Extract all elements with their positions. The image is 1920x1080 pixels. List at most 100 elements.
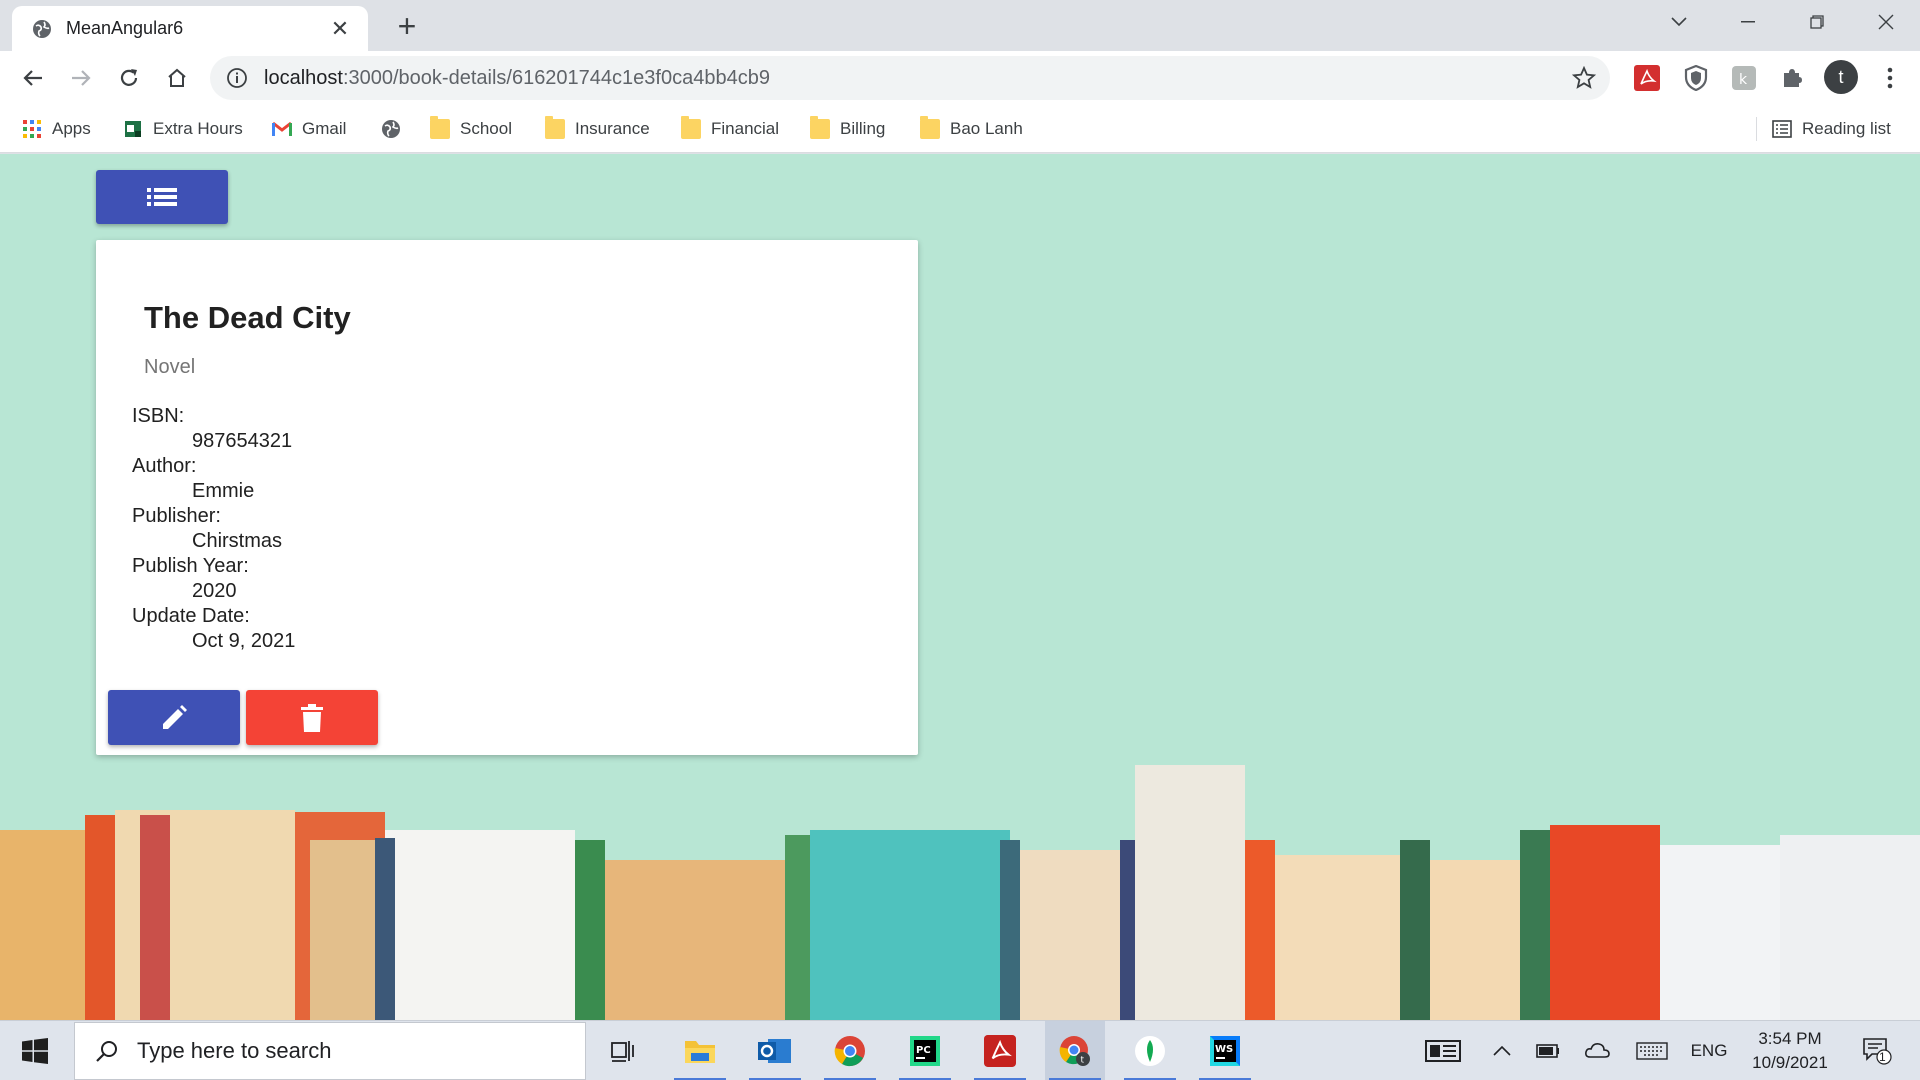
extensions-puzzle-icon[interactable]	[1778, 64, 1806, 92]
book-genre: Novel	[144, 356, 196, 378]
tab-strip: MeanAngular6 ✕ +	[0, 0, 1920, 51]
url-text[interactable]: localhost:3000/book-details/616201744c1e…	[264, 67, 770, 90]
start-button[interactable]	[0, 1021, 70, 1080]
battery-icon[interactable]	[1528, 1021, 1568, 1080]
publish-year-value: 2020	[192, 580, 237, 602]
browser-tab[interactable]: MeanAngular6 ✕	[12, 6, 368, 51]
new-tab-button[interactable]: +	[390, 10, 424, 44]
reading-list-button[interactable]: Reading list	[1772, 113, 1891, 145]
bookmark-label: Extra Hours	[153, 119, 243, 138]
sheets-icon	[125, 121, 141, 137]
book-title: The Dead City	[144, 300, 351, 335]
publisher-label: Publisher:	[132, 505, 221, 527]
publish-year-label: Publish Year:	[132, 555, 249, 577]
reload-button[interactable]	[110, 59, 148, 97]
pycharm-icon: PC	[910, 1036, 940, 1066]
outlook-icon	[758, 1039, 791, 1063]
bookmark-folder-school[interactable]: School	[430, 113, 512, 145]
close-tab-icon[interactable]: ✕	[326, 16, 354, 42]
close-window-button[interactable]	[1851, 0, 1920, 44]
system-clock[interactable]: 3:54 PM 10/9/2021	[1740, 1027, 1840, 1075]
tab-search-icon[interactable]	[1644, 0, 1713, 44]
folder-icon	[545, 116, 565, 139]
reload-icon	[120, 69, 138, 86]
taskbar-chrome-profile[interactable]: t	[1045, 1021, 1105, 1080]
author-value: Emmie	[192, 480, 255, 502]
mongodb-leaf-icon	[1135, 1036, 1165, 1066]
windows-logo-icon	[22, 1038, 48, 1064]
folder-icon	[810, 116, 830, 139]
taskbar-search-box[interactable]: Type here to search	[74, 1022, 586, 1080]
keyboard-icon[interactable]	[1630, 1021, 1674, 1080]
taskbar-mongodb-compass[interactable]	[1120, 1021, 1180, 1080]
restore-button[interactable]	[1782, 0, 1851, 44]
svg-text:WS: WS	[1215, 1044, 1233, 1055]
webstorm-icon: WS	[1210, 1036, 1240, 1066]
list-icon	[147, 188, 177, 206]
home-icon	[168, 68, 186, 87]
isbn-value: 987654321	[192, 430, 293, 452]
bookmark-folder-insurance[interactable]: Insurance	[545, 113, 650, 145]
taskbar-webstorm[interactable]: WS	[1195, 1021, 1255, 1080]
windows-taskbar: Type here to search PC t WS ENG 3:54 PM …	[0, 1020, 1920, 1080]
home-button[interactable]	[158, 59, 196, 97]
globe-icon	[33, 19, 51, 38]
task-view-button[interactable]	[593, 1021, 653, 1080]
bookmarks-divider	[1756, 117, 1757, 141]
edit-button[interactable]	[108, 690, 240, 745]
browser-toolbar: localhost:3000/book-details/616201744c1e…	[0, 51, 1920, 105]
reading-list-icon	[1772, 120, 1792, 138]
bookmark-folder-billing[interactable]: Billing	[810, 113, 885, 145]
bookmark-folder-financial[interactable]: Financial	[681, 113, 779, 145]
forward-button[interactable]	[62, 59, 100, 97]
tab-title: MeanAngular6	[66, 18, 184, 38]
show-hidden-icons-icon[interactable]	[1484, 1021, 1520, 1080]
minimize-button[interactable]	[1713, 0, 1782, 44]
bookmark-star-icon[interactable]	[1572, 66, 1596, 90]
back-arrow-icon	[23, 70, 42, 86]
chrome-profile-icon: t	[1059, 1036, 1090, 1066]
book-details-card: The Dead City Novel ISBN: 987654321 Auth…	[96, 240, 918, 755]
chrome-icon	[834, 1036, 865, 1067]
bookmark-extra-hours[interactable]: Extra Hours	[123, 113, 243, 145]
delete-button[interactable]	[246, 690, 378, 745]
bookmark-label: Financial	[711, 119, 780, 138]
books-background-image	[0, 765, 1920, 1020]
apps-grid-icon	[23, 120, 41, 138]
bookmark-folder-bao-lanh[interactable]: Bao Lanh	[920, 113, 1023, 145]
translate-extension-icon[interactable]: k	[1730, 64, 1758, 92]
page-viewport: The Dead City Novel ISBN: 987654321 Auth…	[0, 154, 1920, 1020]
bookmark-label: Bao Lanh	[950, 119, 1023, 138]
language-indicator[interactable]: ENG	[1684, 1021, 1734, 1080]
book-details-list: ISBN: 987654321 Author: Emmie Publisher:…	[132, 404, 295, 654]
acrobat-extension-icon[interactable]	[1633, 64, 1661, 92]
bookmark-label: Gmail	[302, 119, 347, 138]
taskbar-pycharm[interactable]: PC	[895, 1021, 955, 1080]
isbn-label: ISBN:	[132, 405, 185, 427]
trash-icon	[301, 703, 323, 732]
folder-icon	[681, 116, 701, 139]
action-center-button[interactable]: 1	[1852, 1021, 1902, 1080]
onedrive-network-icon[interactable]	[1578, 1021, 1618, 1080]
svg-text:t: t	[1081, 1056, 1085, 1066]
back-button[interactable]	[14, 59, 52, 97]
address-bar[interactable]: localhost:3000/book-details/616201744c1e…	[210, 56, 1610, 100]
taskbar-acrobat[interactable]	[970, 1021, 1030, 1080]
shield-extension-icon[interactable]	[1682, 64, 1710, 92]
task-view-icon	[611, 1041, 634, 1062]
more-menu-icon[interactable]	[1876, 64, 1904, 92]
bookmark-apps[interactable]: Apps	[22, 113, 91, 145]
bookmark-globe[interactable]	[381, 113, 411, 145]
book-list-button[interactable]	[96, 170, 228, 224]
info-icon[interactable]	[226, 67, 248, 89]
clock-time: 3:54 PM	[1758, 1029, 1822, 1048]
news-widget-icon[interactable]	[1418, 1021, 1468, 1080]
gmail-icon	[272, 121, 292, 136]
profile-avatar[interactable]: t	[1824, 60, 1858, 94]
taskbar-file-explorer[interactable]	[670, 1021, 730, 1080]
bookmark-label: Insurance	[575, 119, 650, 138]
bookmarks-bar: Apps Extra Hours Gmail School Insurance …	[0, 105, 1920, 153]
bookmark-gmail[interactable]: Gmail	[272, 113, 346, 145]
taskbar-outlook[interactable]	[745, 1021, 805, 1080]
taskbar-chrome[interactable]	[820, 1021, 880, 1080]
